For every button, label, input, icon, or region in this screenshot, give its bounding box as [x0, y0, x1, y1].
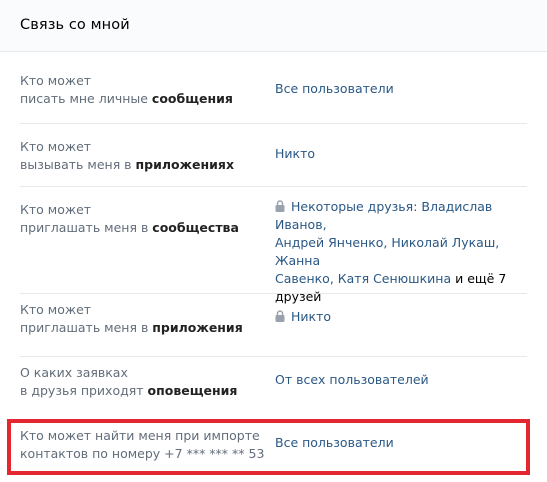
label-bold: приложения: [152, 320, 243, 335]
label-bold: сообщества: [152, 220, 239, 235]
value-text-plain: и ещё 7: [451, 271, 507, 286]
setting-value-app-calls[interactable]: Никто: [275, 145, 533, 163]
label-line: Кто может: [20, 202, 92, 217]
value-line: Савенко, Катя Сенюшкина и ещё 7: [275, 270, 533, 288]
label-bold: оповещения: [147, 383, 238, 398]
label-line: Кто может: [20, 139, 92, 154]
setting-label: О каких заявках в друзья приходят оповещ…: [20, 364, 270, 400]
value-text: Некоторые друзья: Владислав Иванов,: [275, 199, 493, 232]
setting-label: Кто может писать мне личные сообщения: [20, 72, 270, 108]
value-line: Некоторые друзья: Владислав Иванов,: [275, 198, 533, 234]
label-line: О каких заявках: [20, 365, 128, 380]
lock-icon: [275, 310, 285, 322]
setting-label: Кто может приглашать меня в приложения: [20, 301, 270, 337]
setting-value-app-invites[interactable]: Никто: [275, 308, 533, 326]
setting-label: Кто может приглашать меня в сообщества: [20, 201, 270, 237]
value-text: Савенко, Катя Сенюшкина: [275, 271, 452, 286]
label-text: писать мне личные: [20, 91, 152, 106]
setting-value-community-invites[interactable]: Некоторые друзья: Владислав Иванов, Андр…: [275, 198, 533, 306]
value-line: Андрей Янченко, Николай Лукаш, Жанна: [275, 235, 500, 268]
value-text: Никто: [291, 309, 332, 324]
label-bold: сообщения: [151, 91, 233, 106]
section-header: Связь со мной: [0, 0, 547, 52]
setting-value-friend-notifications[interactable]: От всех пользователей: [275, 371, 533, 389]
label-line: в друзья приходят оповещения: [20, 382, 270, 400]
setting-row-app-invites: Кто может приглашать меня в приложения Н…: [20, 294, 527, 357]
label-text: в друзья приходят: [20, 383, 148, 398]
label-line: приглашать меня в сообщества: [20, 219, 270, 237]
setting-value-messages[interactable]: Все пользователи: [275, 80, 533, 98]
setting-row-app-calls: Кто может вызывать меня в приложениях Ни…: [20, 124, 527, 187]
label-line: вызывать меня в приложениях: [20, 156, 270, 174]
lock-icon: [275, 200, 285, 212]
section-title: Связь со мной: [20, 17, 130, 33]
label-line: писать мне личные сообщения: [20, 90, 270, 108]
setting-row-friend-notifications: О каких заявках в друзья приходят оповещ…: [20, 357, 527, 420]
label-line: Кто может: [20, 302, 92, 317]
setting-row-messages: Кто может писать мне личные сообщения Вс…: [20, 52, 527, 124]
label-text: приглашать меня в: [20, 220, 153, 235]
label-line: приглашать меня в приложения: [20, 319, 270, 337]
highlight-frame: [7, 419, 530, 475]
label-line: Кто может: [20, 73, 92, 88]
label-text: вызывать меня в: [20, 157, 136, 172]
label-bold: приложениях: [135, 157, 235, 172]
label-text: приглашать меня в: [20, 320, 153, 335]
setting-label: Кто может вызывать меня в приложениях: [20, 138, 270, 174]
setting-row-community-invites: Кто может приглашать меня в сообщества Н…: [20, 187, 527, 304]
